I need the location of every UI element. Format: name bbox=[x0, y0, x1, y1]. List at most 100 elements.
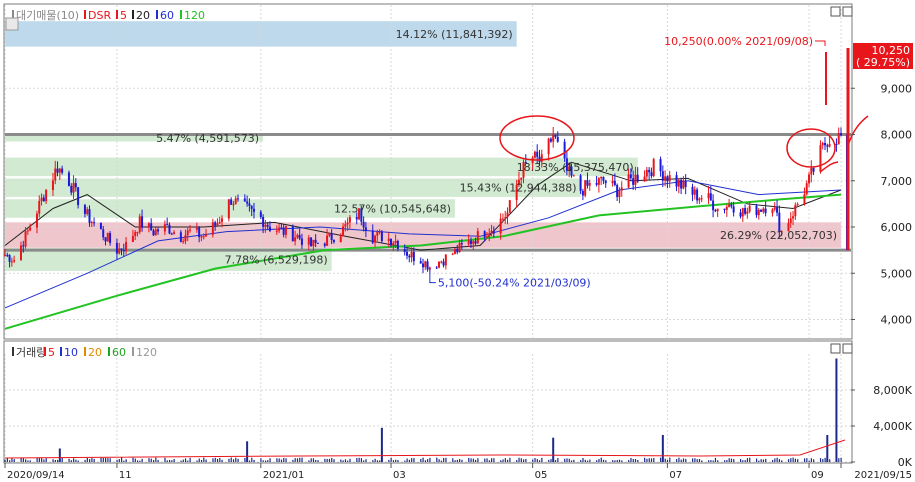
volume-bar bbox=[246, 441, 249, 462]
legend-swatch bbox=[60, 347, 62, 356]
candle-body bbox=[810, 167, 813, 175]
volume-bar bbox=[644, 457, 646, 462]
close-icon[interactable] bbox=[842, 6, 853, 17]
candle-body bbox=[469, 240, 472, 244]
candle-body bbox=[611, 180, 614, 184]
volume-bar bbox=[790, 458, 792, 462]
volume-bar bbox=[296, 458, 299, 462]
y-tick-label: 7,000 bbox=[881, 175, 913, 188]
candle-body bbox=[83, 205, 86, 214]
volume-bar bbox=[22, 457, 24, 462]
volume-bar bbox=[628, 460, 630, 462]
volume-bar bbox=[182, 459, 184, 462]
volume-bar bbox=[251, 457, 253, 462]
candle-body bbox=[6, 254, 9, 256]
candle-body bbox=[67, 172, 70, 186]
candle-body bbox=[202, 236, 205, 238]
volume-bar bbox=[168, 459, 171, 462]
volume-bar bbox=[758, 460, 760, 462]
candle-body bbox=[835, 144, 838, 146]
candle-body bbox=[42, 197, 45, 202]
volume-bar bbox=[109, 458, 111, 462]
volume-bar bbox=[554, 460, 557, 462]
volume-bar bbox=[712, 460, 714, 462]
candle-body bbox=[70, 185, 73, 193]
volume-bar bbox=[797, 459, 799, 462]
maximize-icon[interactable] bbox=[830, 6, 841, 17]
candle-body bbox=[808, 174, 811, 184]
volume-bar bbox=[45, 458, 47, 462]
candle-body bbox=[506, 212, 509, 218]
candle-body bbox=[262, 216, 265, 227]
volume-bar bbox=[566, 458, 568, 462]
candle-body bbox=[205, 234, 208, 237]
volume-bar bbox=[184, 458, 187, 462]
volume-close-icon[interactable] bbox=[842, 343, 853, 354]
volume-bar bbox=[388, 459, 390, 462]
legend-swatch bbox=[116, 10, 118, 19]
volume-bar bbox=[792, 457, 794, 462]
date-axis: 2020/09/14 11 2021/01 03 05 07 09 2021/09/15 bbox=[4, 463, 912, 481]
volume-bar bbox=[86, 457, 88, 462]
volume-bar bbox=[123, 460, 125, 462]
candle-body bbox=[485, 236, 488, 238]
volume-bar bbox=[808, 460, 810, 462]
volume-bar bbox=[420, 458, 422, 462]
volume-bar bbox=[363, 460, 365, 462]
volume-bar bbox=[102, 457, 104, 462]
volume-bar bbox=[422, 457, 424, 462]
volume-bar bbox=[586, 460, 589, 462]
volume-bar bbox=[58, 448, 61, 462]
volume-bar bbox=[292, 459, 294, 462]
volume-bar bbox=[440, 460, 442, 462]
volume-bar bbox=[349, 458, 351, 462]
volume-bar bbox=[228, 458, 230, 462]
y-tick-label: 4,000 bbox=[881, 314, 913, 327]
volume-bar bbox=[600, 457, 602, 462]
volume-maximize-icon[interactable] bbox=[830, 343, 841, 354]
volume-bar bbox=[299, 457, 301, 462]
candle-body bbox=[728, 204, 731, 207]
candle-body bbox=[492, 230, 495, 234]
candle-body bbox=[613, 180, 616, 185]
candle-body bbox=[56, 168, 59, 173]
legend-swatch bbox=[108, 347, 110, 356]
candle-body bbox=[102, 229, 105, 238]
volume-bar bbox=[685, 458, 687, 462]
candle-body bbox=[154, 229, 157, 236]
zone-label: 18.33% (15,375,470) bbox=[517, 161, 634, 174]
candle-body bbox=[252, 208, 255, 212]
candle-body bbox=[618, 190, 621, 198]
candle-body bbox=[51, 180, 54, 191]
volume-bar bbox=[380, 427, 383, 462]
volume-bar bbox=[328, 458, 331, 462]
volume-bar bbox=[203, 457, 205, 462]
volume-bar bbox=[650, 458, 653, 462]
volume-bar bbox=[621, 460, 623, 462]
candle-body bbox=[627, 174, 630, 188]
candle-body bbox=[314, 239, 317, 243]
stock-chart: 14.12% (11,841,392) 5.47% (4,591,573) 18.3… bbox=[3, 3, 913, 481]
candle-body bbox=[284, 226, 287, 235]
volume-bar bbox=[36, 457, 38, 462]
candle-body bbox=[460, 243, 463, 245]
candle-body bbox=[707, 193, 710, 199]
settings-icon[interactable] bbox=[5, 17, 19, 31]
candle-body bbox=[88, 209, 91, 223]
volume-bar bbox=[134, 458, 136, 462]
volume-bar bbox=[541, 457, 543, 462]
candle-body bbox=[730, 204, 733, 207]
candle-body bbox=[300, 238, 303, 245]
candle-body bbox=[216, 223, 219, 226]
legend-label: DSR bbox=[88, 9, 111, 22]
volume-bar bbox=[132, 457, 134, 462]
volume-bar bbox=[372, 460, 374, 462]
candle-body bbox=[316, 242, 319, 244]
legend-label: 120 bbox=[136, 346, 157, 359]
volume-bar bbox=[714, 457, 717, 462]
candle-body bbox=[248, 203, 251, 206]
volume-bar bbox=[822, 458, 824, 462]
candle-body bbox=[19, 245, 22, 261]
volume-bar bbox=[139, 460, 141, 462]
volume-bar bbox=[582, 457, 584, 462]
